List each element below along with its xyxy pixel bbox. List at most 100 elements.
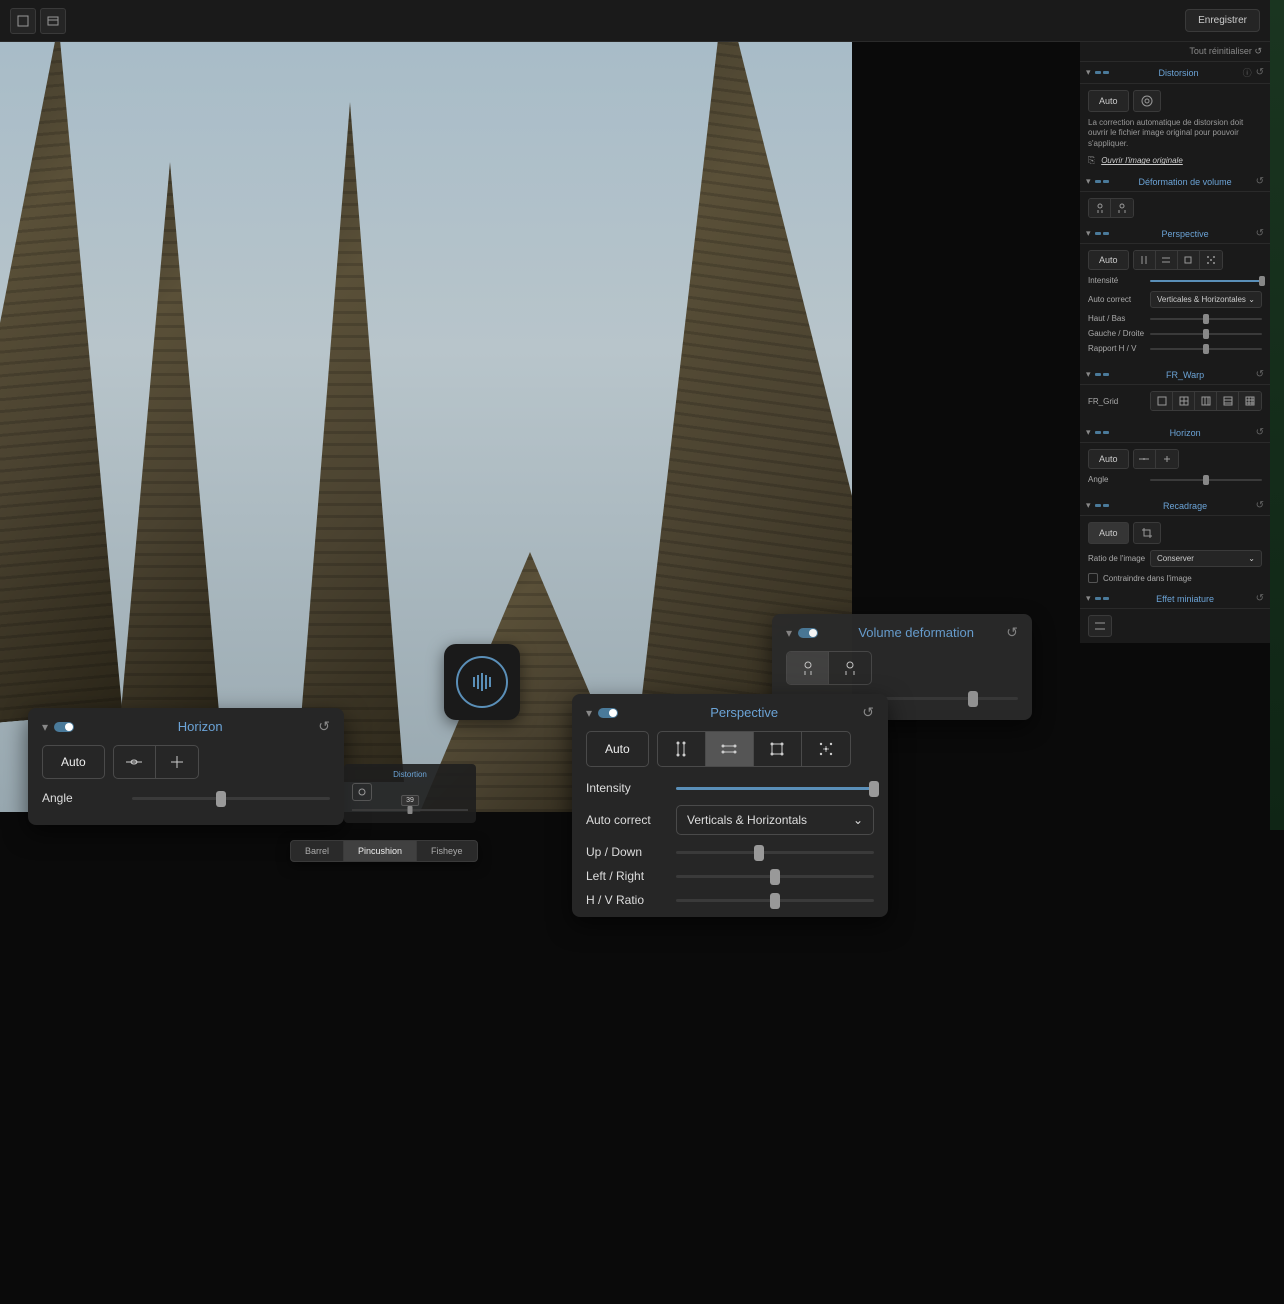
intensity-label: Intensity	[586, 781, 676, 795]
section-header-warp[interactable]: ▾ FR_Warp ↺	[1080, 365, 1270, 385]
reset-icon[interactable]: ↺	[1256, 67, 1264, 78]
perspective-mode-8point[interactable]	[1200, 251, 1222, 269]
warp-grid-4[interactable]	[1217, 392, 1239, 410]
enable-toggle[interactable]	[1095, 431, 1109, 434]
reset-icon[interactable]: ↺	[1006, 624, 1018, 641]
enable-toggle[interactable]	[1095, 504, 1109, 507]
section-title: FR_Warp	[1115, 370, 1256, 380]
section-body-crop: Auto Ratio de l'image Conserver ⌄ Contra…	[1080, 516, 1270, 589]
topbar: Enregistrer	[0, 0, 1270, 42]
reset-icon[interactable]: ↺	[318, 718, 330, 735]
left-right-slider[interactable]	[1150, 333, 1262, 335]
enable-toggle[interactable]	[598, 708, 618, 718]
voldef-mode-1[interactable]	[787, 652, 829, 684]
section-header-horizon[interactable]: ▾ Horizon ↺	[1080, 423, 1270, 443]
grid-label: FR_Grid	[1088, 397, 1150, 406]
auto-correct-dropdown[interactable]: Verticales & Horizontales ⌄	[1150, 291, 1262, 308]
enable-toggle[interactable]	[1095, 232, 1109, 235]
reset-icon[interactable]: ↺	[1256, 500, 1264, 511]
reset-icon[interactable]: ↺	[1256, 369, 1264, 380]
horizon-tool-level[interactable]	[114, 746, 156, 778]
auto-correct-dropdown[interactable]: Verticals & Horizontals ⌄	[676, 805, 874, 835]
panel-title: Horizon	[82, 719, 318, 734]
section-header-voldef[interactable]: ▾ Déformation de volume ↺	[1080, 172, 1270, 192]
voldef-mode-1[interactable]	[1089, 199, 1111, 217]
segment-barrel[interactable]: Barrel	[291, 841, 344, 861]
horizon-tool-cross[interactable]	[156, 746, 198, 778]
auto-button[interactable]: Auto	[42, 745, 105, 779]
help-icon[interactable]: ⓘ	[1243, 66, 1252, 79]
warp-grid-2[interactable]	[1173, 392, 1195, 410]
intensity-slider[interactable]	[676, 787, 874, 790]
miniature-tool-icon[interactable]	[1088, 615, 1112, 637]
perspective-mode-horizontals[interactable]	[1156, 251, 1178, 269]
up-down-label: Up / Down	[586, 845, 676, 859]
left-right-slider[interactable]	[676, 875, 874, 878]
floating-panel-perspective[interactable]: ▾ Perspective ↺ Auto Intensity Auto corr…	[572, 694, 888, 917]
segment-pincushion[interactable]: Pincushion	[344, 841, 417, 861]
reset-icon[interactable]: ↺	[1256, 593, 1264, 604]
perspective-mode-verticals[interactable]	[658, 732, 706, 766]
reset-icon[interactable]: ↺	[1256, 228, 1264, 239]
floating-panel-horizon[interactable]: ▾ Horizon ↺ Auto Angle	[28, 708, 344, 825]
segment-fisheye[interactable]: Fisheye	[417, 841, 477, 861]
section-header-miniature[interactable]: ▾ Effet miniature ↺	[1080, 589, 1270, 609]
warp-grid-5[interactable]	[1239, 392, 1261, 410]
voldef-slider[interactable]	[876, 697, 1018, 700]
section-title: Déformation de volume	[1115, 177, 1256, 187]
warp-grid-3[interactable]	[1195, 392, 1217, 410]
ratio-slider[interactable]	[676, 899, 874, 902]
ratio-slider[interactable]	[1150, 348, 1262, 350]
auto-button[interactable]: Auto	[586, 731, 649, 767]
ratio-label: Rapport H / V	[1088, 344, 1150, 353]
section-header-crop[interactable]: ▾ Recadrage ↺	[1080, 496, 1270, 516]
horizon-tool-1[interactable]	[1134, 450, 1156, 468]
perspective-mode-rect[interactable]	[754, 732, 802, 766]
mini-distortion-panel[interactable]: Distortion 39	[344, 764, 476, 823]
up-down-slider[interactable]	[1150, 318, 1262, 320]
section-header-distortion[interactable]: ▾ Distorsion ⓘ ↺	[1080, 62, 1270, 84]
angle-slider[interactable]	[1150, 479, 1262, 481]
reset-all-button[interactable]: Tout réinitialiser ↺	[1080, 42, 1270, 62]
distortion-mode-icon[interactable]	[352, 783, 372, 801]
auto-button[interactable]: Auto	[1088, 90, 1129, 112]
reset-icon[interactable]: ↺	[1256, 427, 1264, 438]
open-original-link[interactable]: Ouvrir l'image originale	[1101, 156, 1183, 165]
auto-button[interactable]: Auto	[1088, 250, 1129, 270]
reset-icon[interactable]: ↺	[1256, 176, 1264, 187]
up-down-slider[interactable]	[676, 851, 874, 854]
voldef-mode-2[interactable]	[829, 652, 871, 684]
reset-icon[interactable]: ↺	[862, 704, 874, 721]
section-body-warp: FR_Grid	[1080, 385, 1270, 423]
enable-toggle[interactable]	[1095, 597, 1109, 600]
enable-toggle[interactable]	[798, 628, 818, 638]
angle-slider[interactable]	[132, 797, 330, 800]
perspective-mode-horizontals[interactable]	[706, 732, 754, 766]
horizon-tool-2[interactable]	[1156, 450, 1178, 468]
auto-button[interactable]: Auto	[1088, 522, 1129, 544]
section-header-perspective[interactable]: ▾ Perspective ↺	[1080, 224, 1270, 244]
perspective-mode-verticals[interactable]	[1134, 251, 1156, 269]
enable-toggle[interactable]	[1095, 180, 1109, 183]
enable-toggle[interactable]	[1095, 71, 1109, 74]
distortion-slider[interactable]: 39	[352, 809, 468, 811]
save-button[interactable]: Enregistrer	[1185, 9, 1260, 32]
caret-icon: ▾	[586, 706, 592, 720]
toolbar-icon-1[interactable]	[10, 8, 36, 34]
voldef-mode-2[interactable]	[1111, 199, 1133, 217]
toolbar-icon-2[interactable]	[40, 8, 66, 34]
ratio-dropdown[interactable]: Conserver ⌄	[1150, 550, 1262, 567]
crop-tool-icon[interactable]	[1133, 522, 1161, 544]
enable-toggle[interactable]	[54, 722, 74, 732]
perspective-mode-rect[interactable]	[1178, 251, 1200, 269]
constrain-checkbox[interactable]	[1088, 573, 1098, 583]
center-tool[interactable]	[444, 644, 520, 720]
reset-all-label: Tout réinitialiser	[1189, 46, 1252, 56]
auto-button[interactable]: Auto	[1088, 449, 1129, 469]
enable-toggle[interactable]	[1095, 373, 1109, 376]
distortion-mode-icon[interactable]	[1133, 90, 1161, 112]
chevron-down-icon: ⌄	[853, 813, 863, 827]
perspective-mode-8point[interactable]	[802, 732, 850, 766]
intensity-slider[interactable]	[1150, 280, 1262, 282]
warp-grid-1[interactable]	[1151, 392, 1173, 410]
